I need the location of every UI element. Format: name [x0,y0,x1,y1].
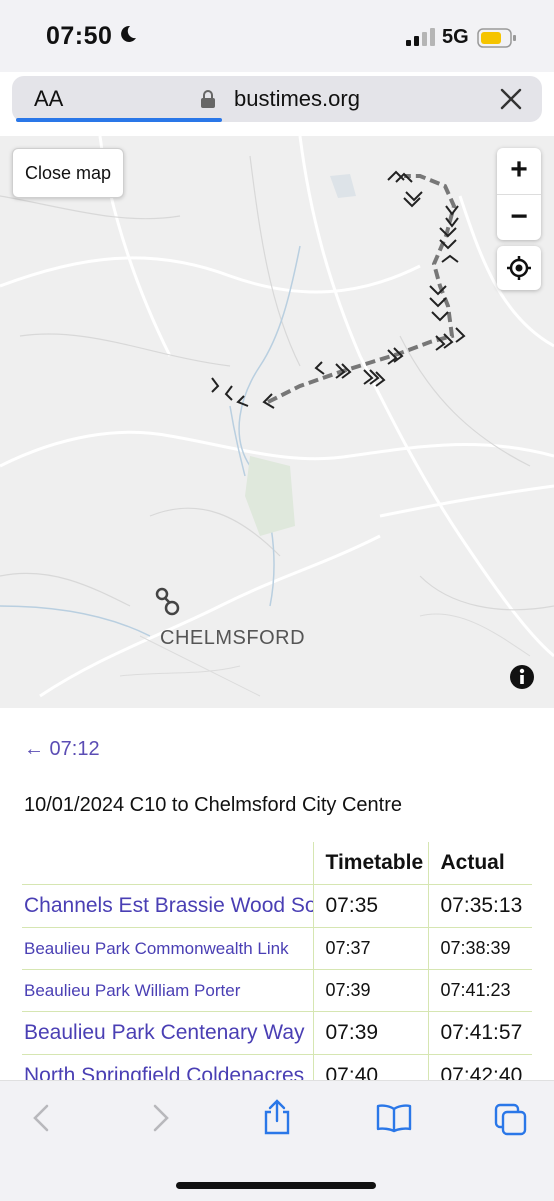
stop-cell: North Springfield Coldenacres [22,1054,313,1080]
actual-cell: 07:38:39 [427,927,532,970]
timetable-cell: 07:39 [312,969,428,1012]
bookmarks-icon[interactable] [376,1103,412,1133]
text-size-button[interactable]: AA [34,86,63,112]
stop-cell: Beaulieu Park Centenary Way [22,1011,313,1055]
page-load-progress [16,118,222,122]
back-arrow-icon[interactable] [30,1103,52,1133]
close-map-button[interactable]: Close map [12,148,125,198]
table-header-row: Timetable Actual [22,842,532,885]
zoom-control: + − [497,148,541,240]
stop-link[interactable]: Beaulieu Park William Porter [24,981,240,1000]
zoom-in-button[interactable]: + [497,148,541,194]
stop-link[interactable]: Channels Est Brassie Wood South [24,894,313,917]
journey-title: 10/01/2024 C10 to Chelmsford City Centre [24,794,402,816]
stop-cell: Channels Est Brassie Wood South [22,884,313,928]
bus-marker [155,587,180,616]
tabs-icon[interactable] [494,1103,528,1137]
map-place-label: CHELMSFORD [160,627,306,649]
info-icon[interactable] [509,664,535,690]
status-time: 07:50 [46,22,113,50]
timetable-table: Timetable Actual Channels Est Brassie Wo… [22,842,532,1080]
actual-cell: 07:42:40 [427,1054,532,1080]
table-row: Beaulieu Park Commonwealth Link 07:37 07… [22,927,532,970]
column-header-stop [22,842,313,885]
timetable-cell: 07:35 [312,884,428,928]
network-type: 5G [442,26,469,48]
timetable-cell: 07:37 [312,927,428,970]
map[interactable]: Close map + − CHELMSFORD [0,136,554,708]
zoom-out-button[interactable]: − [497,195,541,241]
actual-cell: 07:41:57 [427,1011,532,1055]
share-icon[interactable] [262,1099,292,1135]
locate-icon [507,256,531,280]
moon-icon [121,25,136,42]
table-row: Beaulieu Park William Porter 07:39 07:41… [22,969,532,1012]
address-bar[interactable]: AA bustimes.org [12,76,542,122]
actual-cell: 07:35:13 [427,884,532,928]
column-header-timetable: Timetable [312,842,428,885]
url-domain[interactable]: bustimes.org [234,86,360,112]
home-indicator[interactable] [176,1182,376,1189]
timetable-cell: 07:40 [312,1054,428,1080]
stop-link[interactable]: Beaulieu Park Commonwealth Link [24,939,289,958]
table-row: Beaulieu Park Centenary Way 07:39 07:41:… [22,1011,532,1055]
actual-cell: 07:41:23 [427,969,532,1012]
forward-arrow-icon[interactable] [150,1103,172,1133]
locate-button[interactable] [497,246,541,290]
table-row: North Springfield Coldenacres 07:40 07:4… [22,1054,532,1080]
stop-cell: Beaulieu Park William Porter [22,969,313,1012]
lock-icon [201,90,215,108]
battery-icon [477,28,516,48]
map-canvas [0,136,554,698]
stop-cell: Beaulieu Park Commonwealth Link [22,927,313,970]
stop-link[interactable]: North Springfield Coldenacres [24,1064,304,1080]
stop-link[interactable]: Beaulieu Park Centenary Way [24,1021,305,1044]
table-row: Channels Est Brassie Wood South 07:35 07… [22,884,532,928]
close-icon[interactable] [500,88,522,110]
column-header-actual: Actual [427,842,532,885]
status-bar: 07:50 5G [0,0,554,72]
timetable-cell: 07:39 [312,1011,428,1055]
signal-icon [406,28,435,46]
previous-journey-link[interactable]: ← 07:12 [24,738,100,761]
